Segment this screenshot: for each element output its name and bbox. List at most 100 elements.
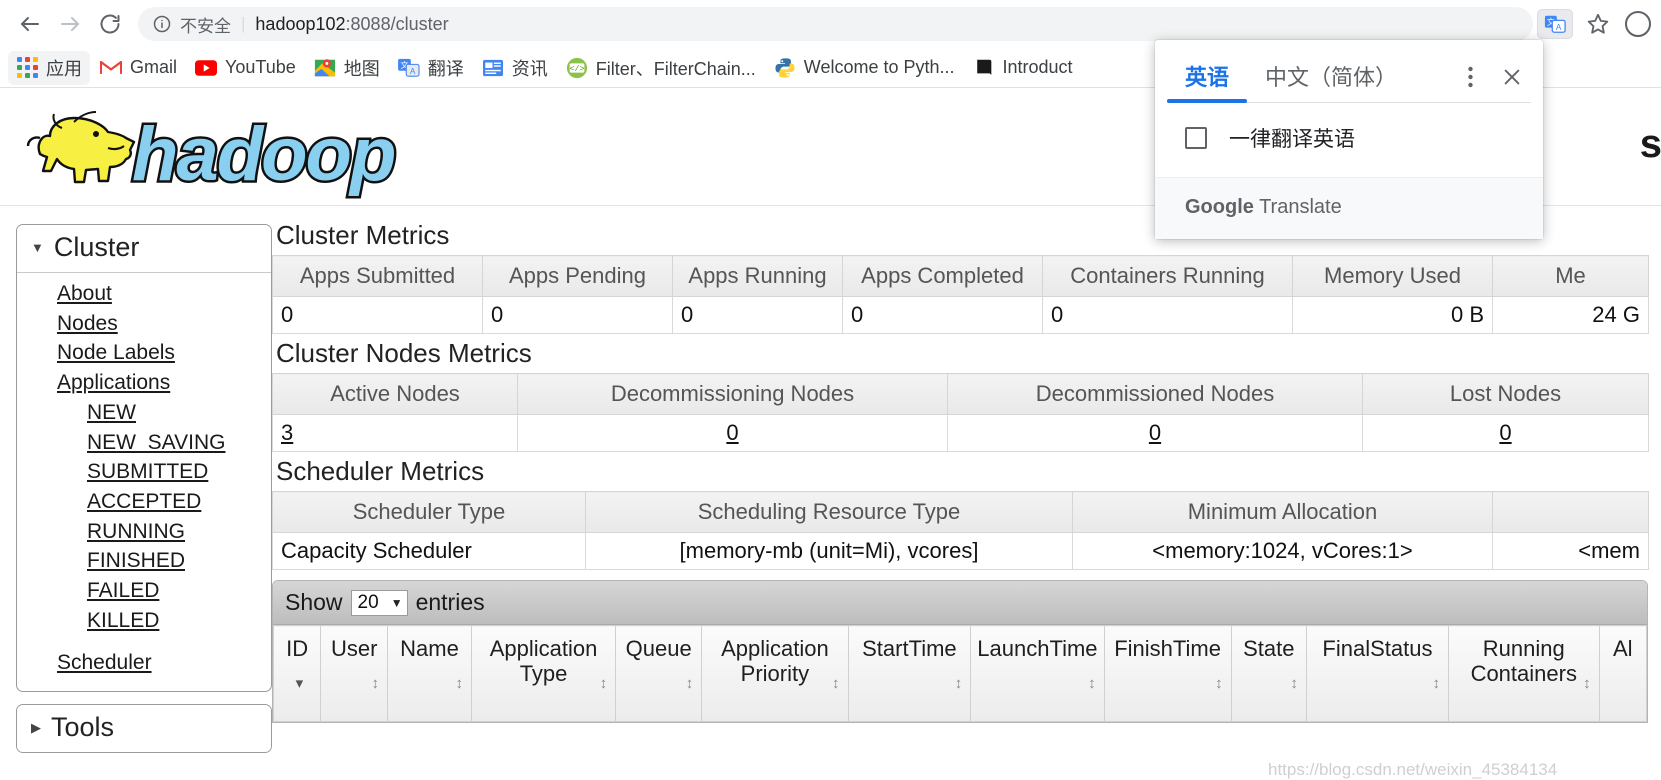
column-header[interactable]: Minimum Allocation xyxy=(1072,491,1493,533)
table-header-row: Active Nodes Decommissioning Nodes Decom… xyxy=(272,373,1649,415)
tab-chinese-simplified[interactable]: 中文（简体） xyxy=(1247,54,1415,102)
chevron-right-icon: ▶ xyxy=(31,720,41,736)
bookmark-label: 翻译 xyxy=(427,58,464,79)
bookmark-apps[interactable]: 应用 xyxy=(8,50,90,85)
column-header[interactable]: Apps Pending xyxy=(482,255,673,297)
cell-active-nodes[interactable]: 3 xyxy=(272,414,518,452)
page-title: s xyxy=(1639,122,1661,166)
column-header-finalstatus[interactable]: FinalStatus ↕ xyxy=(1305,625,1449,722)
sidebar-item-accepted[interactable]: ACCEPTED xyxy=(17,487,271,517)
tab-english[interactable]: 英语 xyxy=(1167,54,1248,103)
profile-avatar[interactable] xyxy=(1625,11,1651,37)
cluster-nodes-metrics-table: Active Nodes Decommissioning Nodes Decom… xyxy=(272,373,1649,452)
bookmark-filter-filterchain[interactable]: </> Filter、FilterChain... xyxy=(558,51,764,85)
column-header[interactable]: Memory Used xyxy=(1292,255,1493,297)
bookmark-introduction[interactable]: Introduct xyxy=(965,53,1081,83)
column-header[interactable]: Lost Nodes xyxy=(1362,373,1649,415)
sort-both-icon[interactable]: ↕ xyxy=(1290,676,1298,691)
column-header[interactable]: Apps Completed xyxy=(842,255,1043,297)
cell-lost-nodes[interactable]: 0 xyxy=(1362,414,1649,452)
sort-both-icon[interactable]: ↕ xyxy=(600,676,608,691)
bookmark-news[interactable]: 资讯 xyxy=(474,51,556,85)
column-header[interactable]: Decommissioned Nodes xyxy=(947,373,1363,415)
decommissioned-nodes-link[interactable]: 0 xyxy=(1149,420,1161,445)
sort-both-icon[interactable]: ↕ xyxy=(955,676,963,691)
always-translate-row[interactable]: 一律翻译英语 xyxy=(1155,103,1543,177)
sidebar-item-new-saving[interactable]: NEW_SAVING xyxy=(17,428,271,458)
sort-both-icon[interactable]: ↕ xyxy=(372,676,380,691)
hadoop-logo[interactable]: hadoop xyxy=(12,94,452,204)
decommissioning-nodes-link[interactable]: 0 xyxy=(726,420,738,445)
more-options-icon[interactable] xyxy=(1451,58,1489,96)
cell-decommissioning-nodes[interactable]: 0 xyxy=(517,414,948,452)
column-header-launchtime[interactable]: LaunchTime ↕ xyxy=(970,625,1105,722)
column-header-finishtime[interactable]: FinishTime ↕ xyxy=(1103,625,1232,722)
back-button[interactable] xyxy=(10,4,50,44)
cell-decommissioned-nodes[interactable]: 0 xyxy=(947,414,1363,452)
sidebar-panel-cluster-header[interactable]: ▼ Cluster xyxy=(17,225,271,273)
column-header-id[interactable]: ID ▾ xyxy=(272,625,322,722)
lost-nodes-link[interactable]: 0 xyxy=(1499,420,1511,445)
reload-button[interactable] xyxy=(90,4,130,44)
sidebar-item-applications[interactable]: Applications xyxy=(17,368,271,398)
column-header[interactable]: Scheduling Resource Type xyxy=(585,491,1073,533)
sidebar-panel-tools-header[interactable]: ▶ Tools xyxy=(17,705,271,753)
column-header-running-containers[interactable]: Running Containers ↕ xyxy=(1447,625,1600,722)
column-header[interactable]: Apps Submitted xyxy=(272,255,483,297)
bookmark-translate[interactable]: 文A 翻译 xyxy=(390,51,472,85)
sort-both-icon[interactable]: ↕ xyxy=(455,676,463,691)
bookmark-maps[interactable]: 地图 xyxy=(306,51,388,85)
translate-icon[interactable]: 文A xyxy=(1537,9,1573,39)
sort-both-icon[interactable]: ↕ xyxy=(832,676,840,691)
bookmark-star-icon[interactable] xyxy=(1581,7,1615,41)
bookmark-youtube[interactable]: YouTube xyxy=(187,53,304,83)
sidebar-item-submitted[interactable]: SUBMITTED xyxy=(17,457,271,487)
sort-both-icon[interactable]: ↕ xyxy=(1432,676,1440,691)
column-header[interactable]: Me xyxy=(1492,255,1649,297)
sort-both-icon[interactable]: ↕ xyxy=(1088,676,1096,691)
entries-label: entries xyxy=(415,589,485,615)
cluster-nodes-metrics-title: Cluster Nodes Metrics xyxy=(276,338,532,368)
sort-both-icon[interactable]: ↕ xyxy=(686,676,694,691)
page-info-icon[interactable] xyxy=(152,14,172,34)
sort-desc-icon[interactable]: ▾ xyxy=(296,676,304,691)
column-header[interactable]: Active Nodes xyxy=(272,373,518,415)
column-label: State xyxy=(1243,636,1295,661)
column-label: Name xyxy=(400,636,459,661)
column-header-starttime[interactable]: StartTime ↕ xyxy=(847,625,972,722)
column-header-allocated[interactable]: Al xyxy=(1598,625,1648,722)
sidebar-item-node-labels[interactable]: Node Labels xyxy=(17,338,271,368)
sidebar-item-killed[interactable]: KILLED xyxy=(17,606,271,636)
sidebar-item-scheduler[interactable]: Scheduler xyxy=(17,648,271,678)
active-nodes-link[interactable]: 3 xyxy=(281,420,293,445)
page-size-select[interactable]: 20 ▼ xyxy=(350,589,408,616)
sort-both-icon[interactable]: ↕ xyxy=(1583,676,1591,691)
column-header[interactable]: Apps Running xyxy=(672,255,843,297)
column-header-name[interactable]: Name ↕ xyxy=(387,625,472,722)
sidebar-item-finished[interactable]: FINISHED xyxy=(17,546,271,576)
bookmark-label: 地图 xyxy=(343,58,380,79)
bookmark-label: Welcome to Pyth... xyxy=(803,57,955,77)
address-bar[interactable]: 不安全 | hadoop102:8088/cluster xyxy=(138,7,1533,41)
forward-button[interactable] xyxy=(50,4,90,44)
column-header-queue[interactable]: Queue ↕ xyxy=(615,625,703,722)
bookmark-label: Introduct xyxy=(1002,57,1073,77)
sidebar-item-new[interactable]: NEW xyxy=(17,398,271,428)
column-header-user[interactable]: User ↕ xyxy=(320,625,389,722)
column-header-application-priority[interactable]: Application Priority ↕ xyxy=(701,625,849,722)
sidebar-item-nodes[interactable]: Nodes xyxy=(17,309,271,339)
column-header[interactable]: Decommissioning Nodes xyxy=(517,373,948,415)
column-header[interactable]: Scheduler Type xyxy=(272,491,586,533)
column-header[interactable]: Containers Running xyxy=(1042,255,1293,297)
sort-both-icon[interactable]: ↕ xyxy=(1215,676,1223,691)
column-header-application-type[interactable]: Application Type ↕ xyxy=(470,625,617,722)
column-header[interactable] xyxy=(1492,491,1649,533)
always-translate-checkbox[interactable] xyxy=(1185,127,1207,149)
sidebar-item-running[interactable]: RUNNING xyxy=(17,517,271,547)
close-icon[interactable] xyxy=(1493,58,1531,96)
bookmark-gmail[interactable]: Gmail xyxy=(92,53,185,83)
bookmark-welcome-to-python[interactable]: Welcome to Pyth... xyxy=(766,53,963,83)
sidebar-item-about[interactable]: About xyxy=(17,279,271,309)
sidebar-item-failed[interactable]: FAILED xyxy=(17,576,271,606)
column-header-state[interactable]: State ↕ xyxy=(1230,625,1307,722)
